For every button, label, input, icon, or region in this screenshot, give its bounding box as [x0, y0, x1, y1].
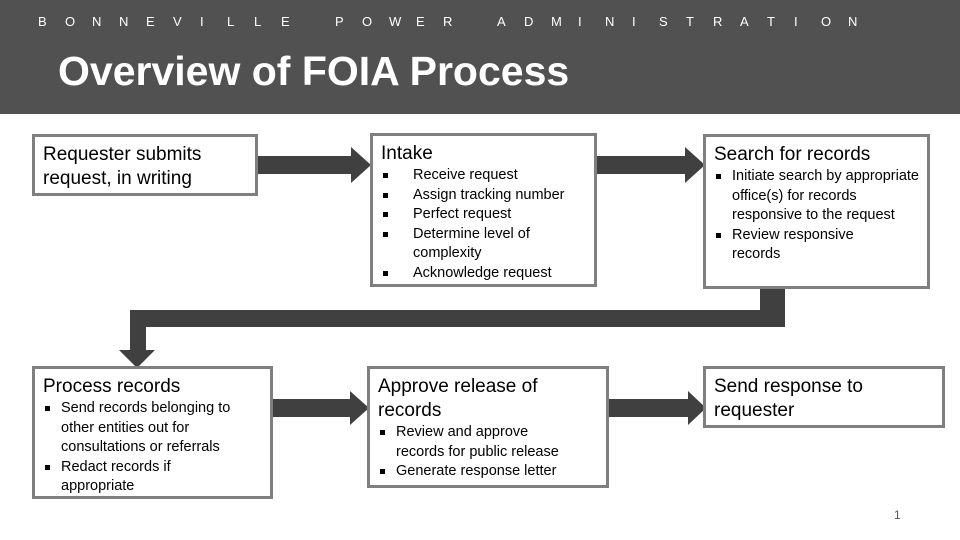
bullet-item: Review responsive records — [714, 226, 919, 265]
bullet-item: Perfect request — [381, 205, 586, 225]
arrow-process-to-approve — [272, 391, 369, 425]
bullet-item: Review and approve records for public re… — [378, 423, 598, 462]
arrow-intake-to-search — [596, 147, 705, 183]
step-intake: Intake Receive request Assign tracking n… — [370, 133, 597, 287]
step-bullets: Review and approve records for public re… — [378, 423, 598, 482]
page-number: 1 — [894, 508, 901, 522]
bullet-item: Receive request — [381, 166, 586, 186]
step-bullets: Receive request Assign tracking number P… — [381, 166, 586, 283]
step-bullets: Send records belonging to other entities… — [43, 399, 262, 497]
bullet-item: Redact records if appropriate — [43, 458, 262, 497]
step-heading: Send response to requester — [714, 376, 863, 421]
step-heading: Approve release of records — [378, 376, 538, 421]
arrow-submit-to-intake — [257, 147, 371, 183]
arrow-search-to-process — [119, 287, 785, 368]
bullet-item: Assign tracking number — [381, 186, 586, 206]
bullet-item: Determine level of complexity — [381, 225, 586, 264]
step-approve-release: Approve release of records Review and ap… — [367, 366, 609, 488]
step-heading: Process records — [43, 376, 181, 397]
step-requester-submits: Requester submits request, in writing — [32, 134, 258, 196]
step-heading: Intake — [381, 143, 433, 164]
step-bullets: Initiate search by appropriate office(s)… — [714, 167, 919, 265]
step-send-response: Send response to requester — [703, 366, 945, 428]
bullet-item: Generate response letter — [378, 462, 598, 482]
bullet-item: Initiate search by appropriate office(s)… — [714, 167, 919, 226]
bullet-item: Acknowledge request — [381, 264, 586, 284]
step-heading: Search for records — [714, 144, 871, 165]
step-process-records: Process records Send records belonging t… — [32, 366, 273, 499]
arrow-approve-to-send — [608, 391, 706, 425]
step-search-for-records: Search for records Initiate search by ap… — [703, 134, 930, 289]
step-heading: Requester submits request, in writing — [43, 144, 202, 189]
bullet-item: Send records belonging to other entities… — [43, 399, 262, 458]
